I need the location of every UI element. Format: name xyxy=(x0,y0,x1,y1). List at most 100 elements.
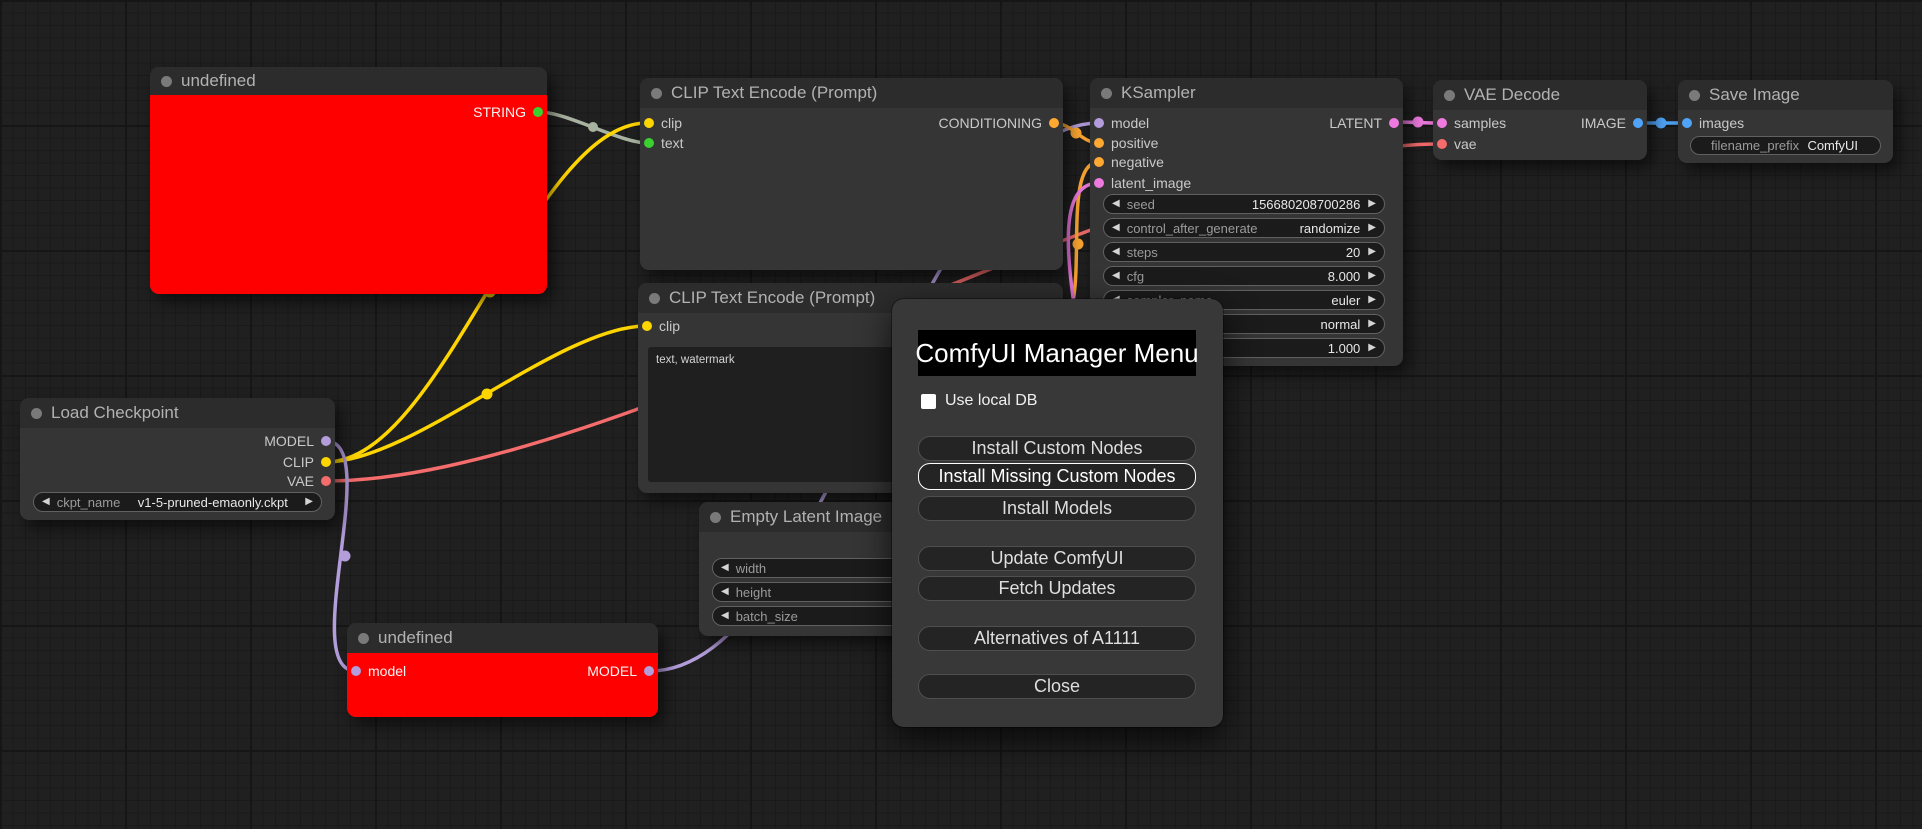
clip-output-dot[interactable] xyxy=(321,457,331,467)
stepper-left-icon[interactable]: ◀ xyxy=(1112,271,1120,281)
widget-label: seed xyxy=(1126,196,1155,212)
slot-label: MODEL xyxy=(587,663,637,679)
node-title: undefined xyxy=(181,71,256,90)
widget-label: width xyxy=(735,560,767,576)
node-title-bar[interactable]: Save Image xyxy=(1678,80,1893,110)
widget-control-after-generate[interactable]: ◀ control_after_generate randomize ▶ xyxy=(1103,218,1385,238)
node-title-bar[interactable]: CLIP Text Encode (Prompt) xyxy=(640,78,1063,108)
input-slot-samples[interactable]: samples xyxy=(1437,113,1506,133)
link-midpoint-dot xyxy=(339,550,351,562)
widget-seed[interactable]: ◀ seed 156680208700286 ▶ xyxy=(1103,194,1385,214)
node-status-dot xyxy=(161,75,172,87)
widget-steps[interactable]: ◀ steps 20 ▶ xyxy=(1103,242,1385,262)
output-slot-vae[interactable]: VAE xyxy=(287,471,331,491)
install-models-button[interactable]: Install Models xyxy=(918,496,1196,521)
stepper-left-icon[interactable]: ◀ xyxy=(721,563,729,573)
input-slot-model[interactable]: model xyxy=(1094,113,1149,133)
stepper-right-icon[interactable]: ▶ xyxy=(1368,223,1376,233)
update-comfyui-button[interactable]: Update ComfyUI xyxy=(918,546,1196,571)
output-slot-model[interactable]: MODEL xyxy=(264,431,331,451)
widget-value: ComfyUI xyxy=(1807,138,1858,153)
node-title-bar[interactable]: VAE Decode xyxy=(1433,80,1647,110)
alternatives-of-a1111-button[interactable]: Alternatives of A1111 xyxy=(918,626,1196,651)
error-node-body xyxy=(150,95,547,294)
stepper-right-icon[interactable]: ▶ xyxy=(1368,271,1376,281)
node-status-dot xyxy=(710,511,721,523)
negative-input-dot[interactable] xyxy=(1094,157,1104,167)
node-title-bar[interactable]: undefined xyxy=(347,623,658,653)
vae-input-dot[interactable] xyxy=(1437,139,1447,149)
input-slot-vae[interactable]: vae xyxy=(1437,134,1477,154)
output-slot-clip[interactable]: CLIP xyxy=(283,452,331,472)
input-slot-images[interactable]: images xyxy=(1682,113,1744,133)
input-slot-text[interactable]: text xyxy=(644,133,684,153)
output-slot-model[interactable]: MODEL xyxy=(587,661,654,681)
stepper-left-icon[interactable]: ◀ xyxy=(1112,247,1120,257)
fetch-updates-button[interactable]: Fetch Updates xyxy=(918,576,1196,601)
images-input-dot[interactable] xyxy=(1682,118,1692,128)
stepper-right-icon[interactable]: ▶ xyxy=(305,497,313,507)
stepper-left-icon[interactable]: ◀ xyxy=(721,611,729,621)
node-undefined-bottom[interactable]: undefined model MODEL xyxy=(347,623,658,717)
use-local-db-checkbox[interactable] xyxy=(921,393,936,409)
positive-input-dot[interactable] xyxy=(1094,138,1104,148)
input-slot-model[interactable]: model xyxy=(351,661,406,681)
widget-ckpt-name[interactable]: ◀ ckpt_name v1-5-pruned-emaonly.ckpt ▶ xyxy=(33,492,322,512)
input-slot-clip[interactable]: clip xyxy=(644,113,682,133)
image-output-dot[interactable] xyxy=(1633,118,1643,128)
slot-label: CLIP xyxy=(282,454,314,470)
slot-label: model xyxy=(1111,115,1150,131)
node-save-image[interactable]: Save Image images filename_prefix ComfyU… xyxy=(1678,80,1893,163)
node-undefined-top[interactable]: undefined STRING xyxy=(150,67,547,294)
node-clip-text-encode-1[interactable]: CLIP Text Encode (Prompt) clip text COND… xyxy=(640,78,1063,270)
stepper-left-icon[interactable]: ◀ xyxy=(721,587,729,597)
node-title-bar[interactable]: undefined xyxy=(150,67,547,95)
output-slot-string[interactable]: STRING xyxy=(473,102,543,122)
model-output-dot[interactable] xyxy=(321,436,331,446)
widget-cfg[interactable]: ◀ cfg 8.000 ▶ xyxy=(1103,266,1385,286)
clip-input-dot[interactable] xyxy=(642,321,652,331)
slot-label: vae xyxy=(1454,136,1477,152)
stepper-left-icon[interactable]: ◀ xyxy=(1112,223,1120,233)
input-slot-latent-image[interactable]: latent_image xyxy=(1094,173,1191,193)
widget-label: steps xyxy=(1126,244,1158,260)
stepper-right-icon[interactable]: ▶ xyxy=(1368,295,1376,305)
stepper-left-icon[interactable]: ◀ xyxy=(42,497,50,507)
node-vae-decode[interactable]: VAE Decode samples vae IMAGE xyxy=(1433,80,1647,160)
node-title-bar[interactable]: KSampler xyxy=(1090,78,1403,108)
comfyui-canvas[interactable]: undefined STRING CLIP Text Encode (Promp… xyxy=(0,0,1922,829)
model-output-dot[interactable] xyxy=(644,666,654,676)
input-slot-positive[interactable]: positive xyxy=(1094,133,1158,153)
conditioning-output-dot[interactable] xyxy=(1049,118,1059,128)
install-missing-custom-nodes-button[interactable]: Install Missing Custom Nodes xyxy=(918,463,1196,490)
samples-input-dot[interactable] xyxy=(1437,118,1447,128)
input-slot-clip[interactable]: clip xyxy=(642,316,680,336)
stepper-right-icon[interactable]: ▶ xyxy=(1368,247,1376,257)
output-slot-image[interactable]: IMAGE xyxy=(1581,113,1643,133)
output-slot-latent[interactable]: LATENT xyxy=(1329,113,1399,133)
model-input-dot[interactable] xyxy=(351,666,361,676)
string-output-dot[interactable] xyxy=(533,107,543,117)
widget-value: 20 xyxy=(1345,244,1361,260)
text-input-dot[interactable] xyxy=(644,138,654,148)
stepper-left-icon[interactable]: ◀ xyxy=(1112,199,1120,209)
stepper-right-icon[interactable]: ▶ xyxy=(1368,319,1376,329)
close-button[interactable]: Close xyxy=(918,674,1196,699)
widget-value: 8.000 xyxy=(1327,268,1361,284)
stepper-right-icon[interactable]: ▶ xyxy=(1368,343,1376,353)
node-title-bar[interactable]: Load Checkpoint xyxy=(20,398,335,428)
input-slot-negative[interactable]: negative xyxy=(1094,152,1164,172)
widget-filename-prefix[interactable]: filename_prefix ComfyUI xyxy=(1690,136,1881,155)
install-custom-nodes-button[interactable]: Install Custom Nodes xyxy=(918,436,1196,461)
slot-label: LATENT xyxy=(1329,115,1382,131)
link-midpoint-dot xyxy=(1070,127,1082,139)
latent-image-input-dot[interactable] xyxy=(1094,178,1104,188)
output-slot-conditioning[interactable]: CONDITIONING xyxy=(939,113,1059,133)
stepper-right-icon[interactable]: ▶ xyxy=(1368,199,1376,209)
model-input-dot[interactable] xyxy=(1094,118,1104,128)
node-status-dot xyxy=(649,292,660,304)
clip-input-dot[interactable] xyxy=(644,118,654,128)
latent-output-dot[interactable] xyxy=(1389,118,1399,128)
vae-output-dot[interactable] xyxy=(321,476,331,486)
node-load-checkpoint[interactable]: Load Checkpoint MODEL CLIP VAE ◀ ckpt_na… xyxy=(20,398,335,520)
